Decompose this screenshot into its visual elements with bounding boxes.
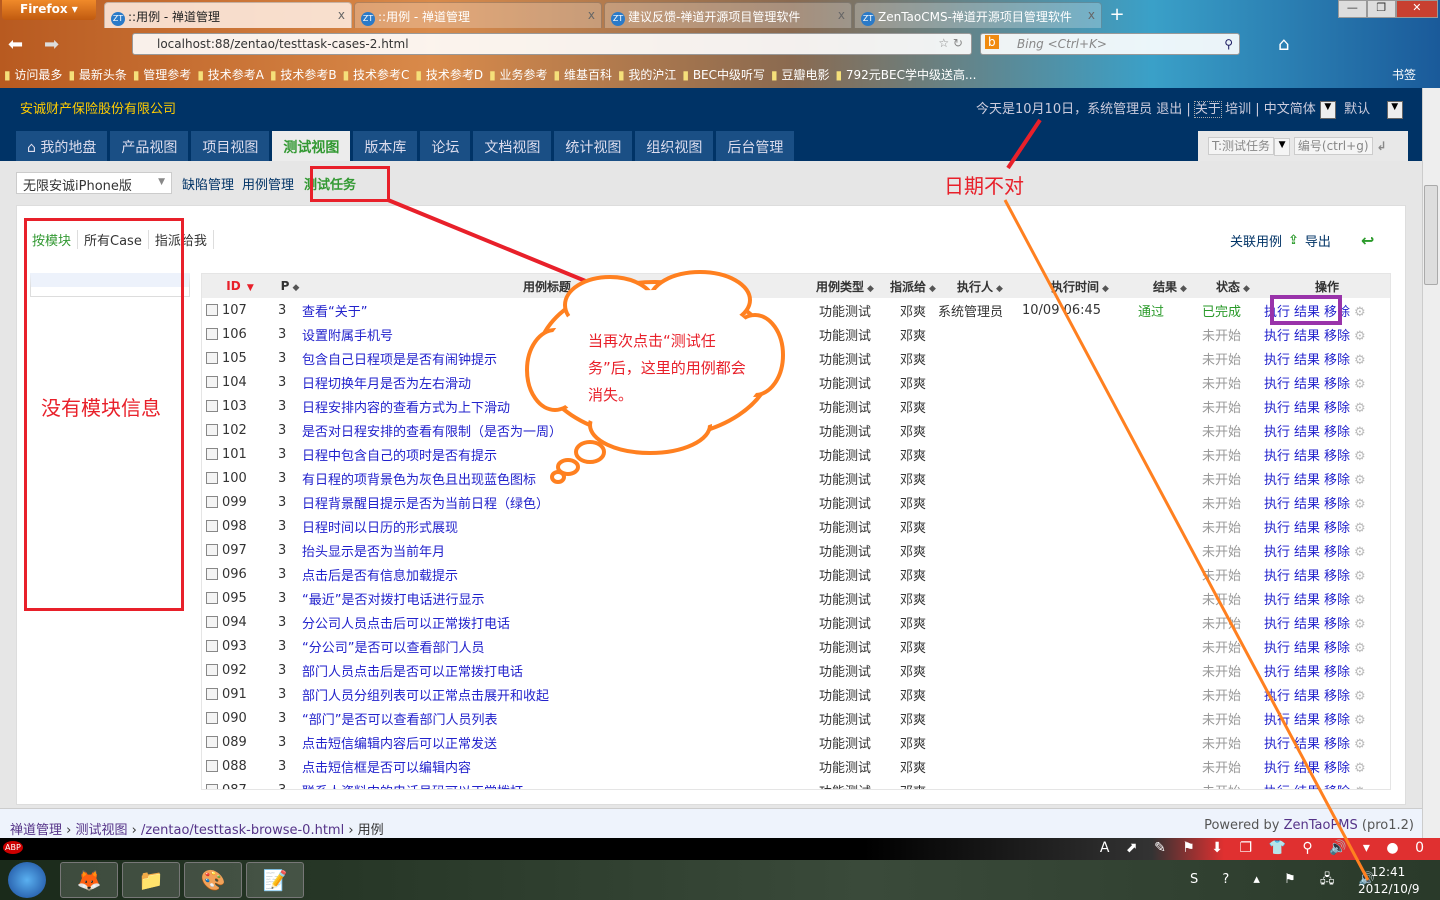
annotation-arrow-clock xyxy=(1003,199,1370,881)
zentao-favicon-icon: ZT xyxy=(361,12,375,26)
tab-title: ZenTaoCMS-禅道开源项目管理软件 xyxy=(878,10,1072,24)
zentao-favicon-icon: ZT xyxy=(861,12,875,26)
close-tab-icon[interactable]: x xyxy=(338,8,345,22)
browser-tab[interactable]: ZT::用例 - 禅道管理 x xyxy=(104,2,352,28)
tab-title: ::用例 - 禅道管理 xyxy=(378,10,471,24)
annotation-arrow-date xyxy=(1006,118,1042,170)
close-tab-icon[interactable]: x xyxy=(588,8,595,22)
browser-tab[interactable]: ZT::用例 - 禅道管理 x xyxy=(354,2,602,28)
tab-title: ::用例 - 禅道管理 xyxy=(128,10,221,24)
close-tab-icon[interactable]: x xyxy=(1088,8,1095,22)
tab-title: 建议反馈-禅道开源项目管理软件 xyxy=(628,10,801,24)
close-tab-icon[interactable]: x xyxy=(838,8,845,22)
annotation-overlay xyxy=(387,118,1370,881)
zentao-favicon-icon: ZT xyxy=(611,12,625,26)
annotation-cloud-text: 当再次点击“测试任务”后，这里的用例都会消失。 xyxy=(588,332,746,404)
browser-tab[interactable]: ZT 建议反馈-禅道开源项目管理软件 x xyxy=(604,2,852,28)
zentao-favicon-icon: ZT xyxy=(111,12,125,26)
browser-tab[interactable]: ZT ZenTaoCMS-禅道开源项目管理软件 x xyxy=(854,2,1102,28)
